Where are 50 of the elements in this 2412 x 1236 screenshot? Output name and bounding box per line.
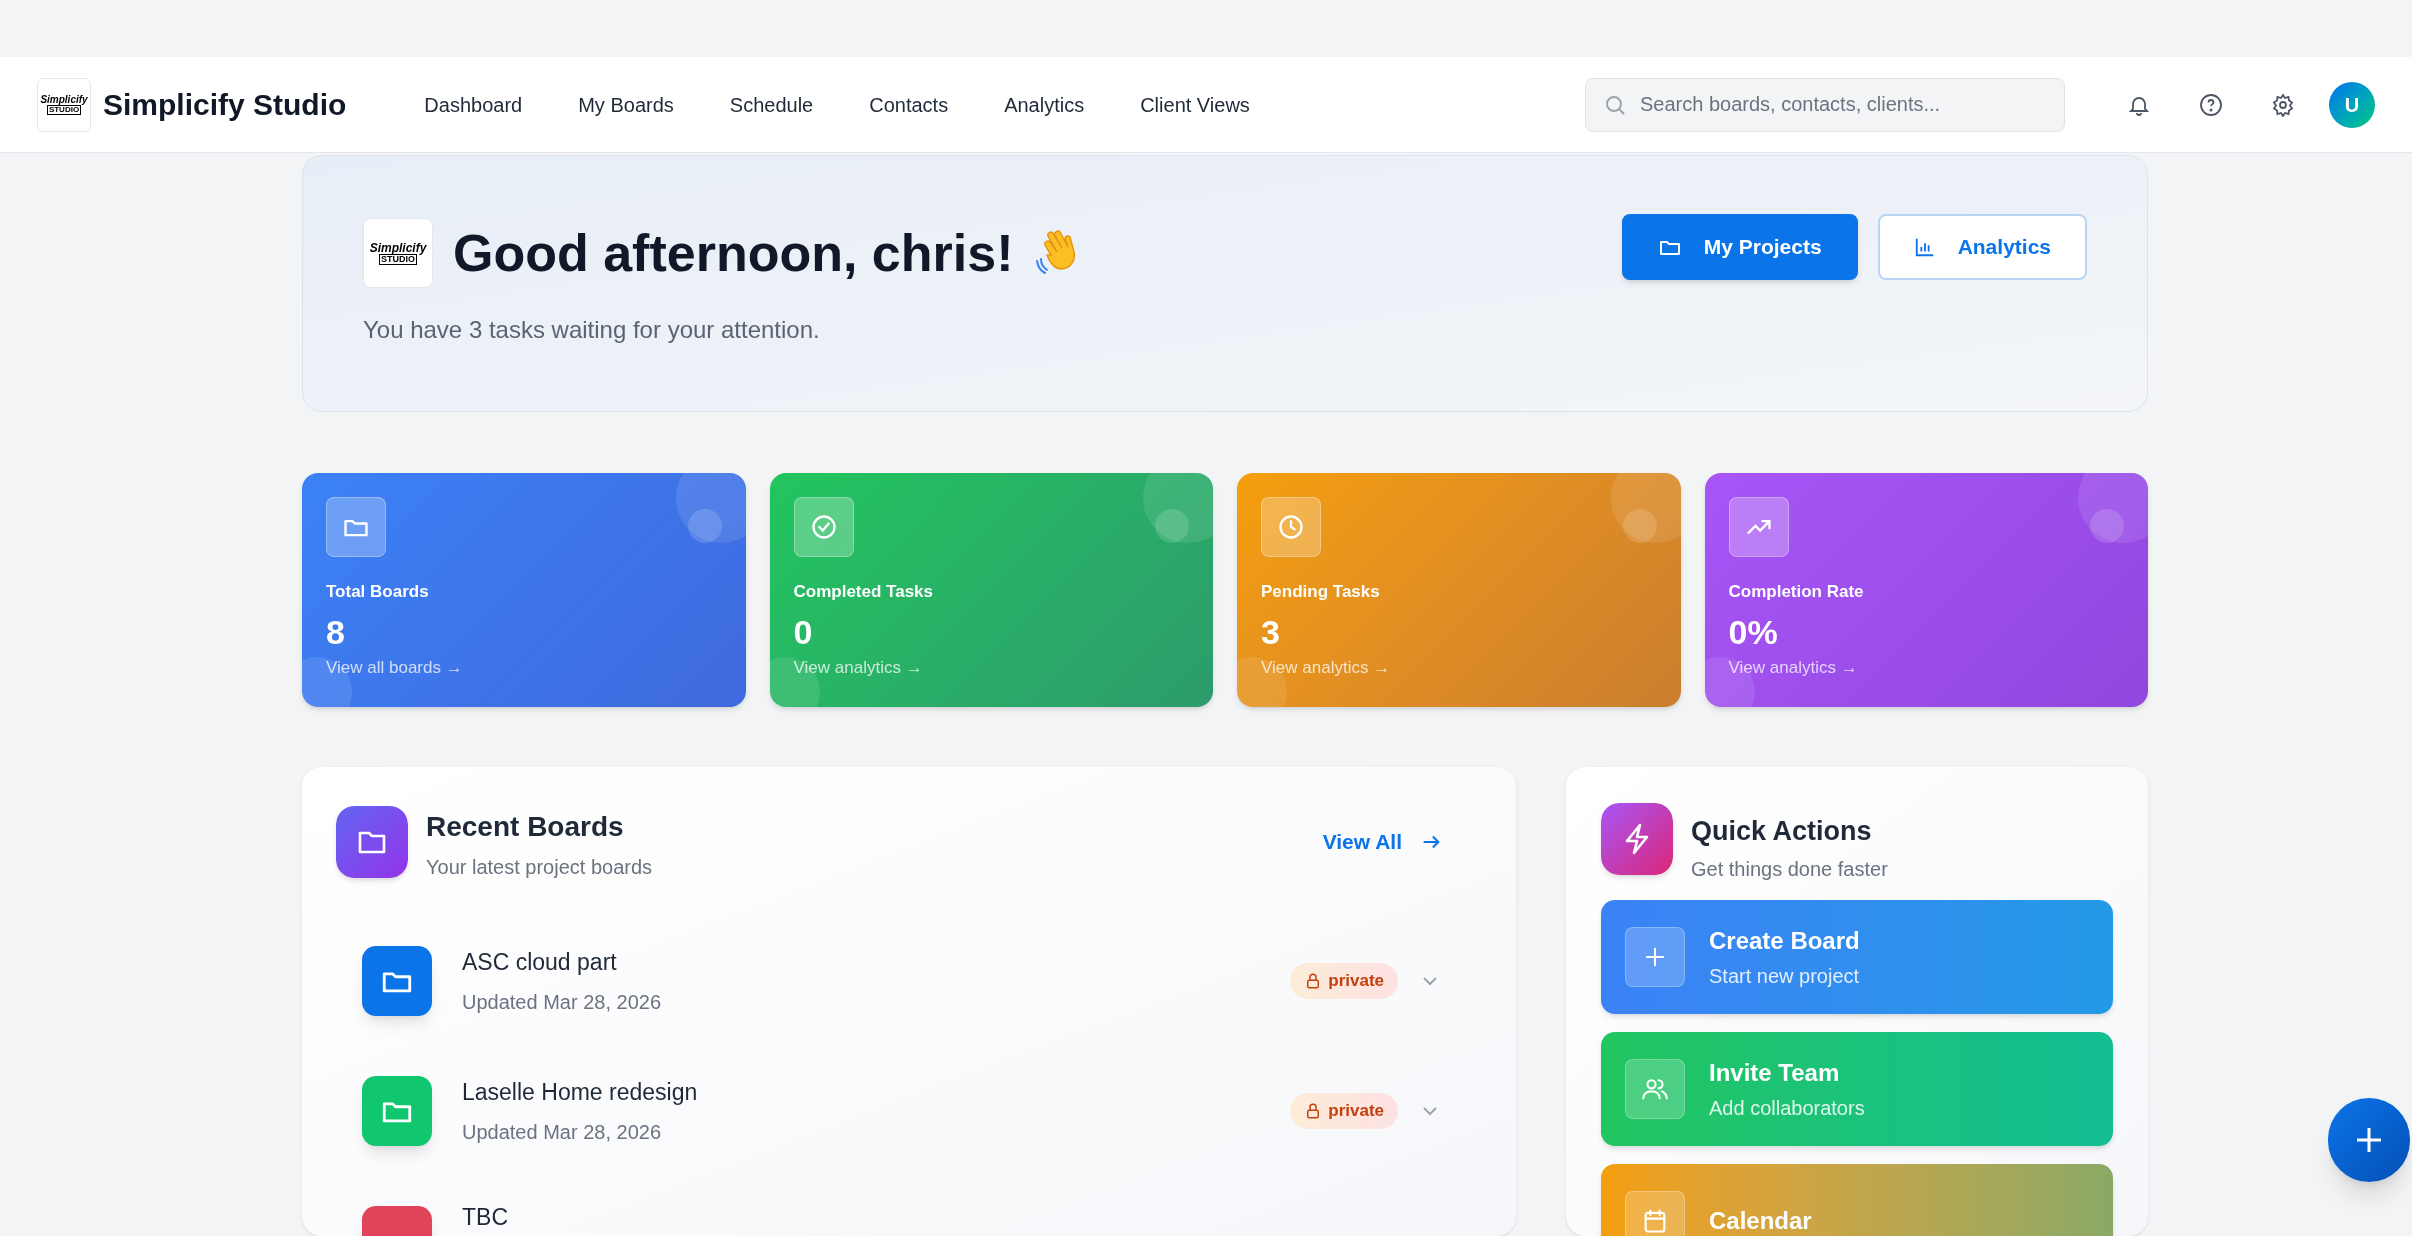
stat-link[interactable]: View all boards → — [326, 655, 722, 681]
stat-value: 3 — [1261, 611, 1281, 653]
logo-text: Simplicify — [40, 94, 88, 105]
settings-icon — [2271, 92, 2295, 117]
board-updated: Updated Mar 28, 2026 — [462, 990, 662, 1016]
bar-chart-icon — [1913, 236, 1936, 258]
stat-value: 0% — [1728, 611, 1779, 653]
analytics-button[interactable]: Analytics — [1877, 214, 2087, 280]
stat-label: Completion Rate — [1728, 581, 1865, 603]
greeting-title: Good afternoon, chris! — [453, 223, 1014, 284]
section-subtitle: Get things done faster — [1691, 856, 1888, 882]
nav-link[interactable]: Analytics — [976, 89, 1113, 120]
board-name[interactable]: Laselle Home redesign — [462, 1074, 698, 1110]
private-badge: private — [1290, 963, 1398, 999]
nav-link[interactable]: My Boards — [550, 89, 702, 120]
folder-icon — [336, 806, 408, 878]
stat-label: Total Boards — [326, 581, 430, 603]
logo-subtext: STUDIO — [46, 104, 82, 115]
stat-link[interactable]: View analytics → — [1728, 655, 2124, 681]
projects-button[interactable]: My Projects — [1621, 214, 1858, 280]
lightning-icon — [1601, 803, 1673, 875]
board-updated: Updated Mar 28, 2026 — [462, 1120, 663, 1146]
quick-action-button[interactable]: Calendar — [1601, 1163, 2113, 1236]
board-name[interactable]: TBC — [462, 1206, 508, 1229]
stat-value: 8 — [326, 611, 346, 653]
tasks-summary: You have 3 tasks waiting for your attention. — [363, 315, 821, 345]
private-badge: private — [1290, 1093, 1398, 1129]
stat-label: Pending Tasks — [1261, 581, 1381, 603]
quick-action-button[interactable]: Create Board Start new project — [1601, 899, 2113, 1014]
check-circle-icon — [809, 513, 838, 541]
section-subtitle: Your latest project boards — [426, 855, 653, 880]
nav-link[interactable]: Client Views — [1112, 89, 1278, 120]
view-all-link[interactable]: View All — [1322, 826, 1442, 858]
nav-link[interactable]: Dashboard — [396, 89, 551, 120]
section-title: Recent Boards — [426, 810, 625, 844]
brand-name: Simplicify Studio — [103, 87, 347, 123]
user-avatar[interactable]: U — [2329, 81, 2375, 128]
add-button[interactable] — [2328, 1098, 2410, 1182]
logo-subtext: STUDIO — [379, 253, 417, 265]
logo-text: Simplicify — [369, 241, 427, 254]
board-name[interactable]: ASC cloud part — [462, 944, 662, 980]
stat-value: 0 — [793, 611, 814, 653]
stat-label: Completed Tasks — [793, 581, 934, 603]
nav-link[interactable]: Contacts — [841, 89, 977, 120]
nav-link[interactable]: Schedule — [701, 89, 842, 120]
search-field[interactable]: Search boards, contacts, clients... — [1585, 77, 2065, 132]
quick-action-button[interactable]: Invite Team Add collaborators — [1601, 1031, 2113, 1146]
help-icon — [2199, 92, 2223, 117]
section-title: Quick Actions — [1691, 815, 1873, 848]
clock-icon — [1277, 513, 1305, 541]
